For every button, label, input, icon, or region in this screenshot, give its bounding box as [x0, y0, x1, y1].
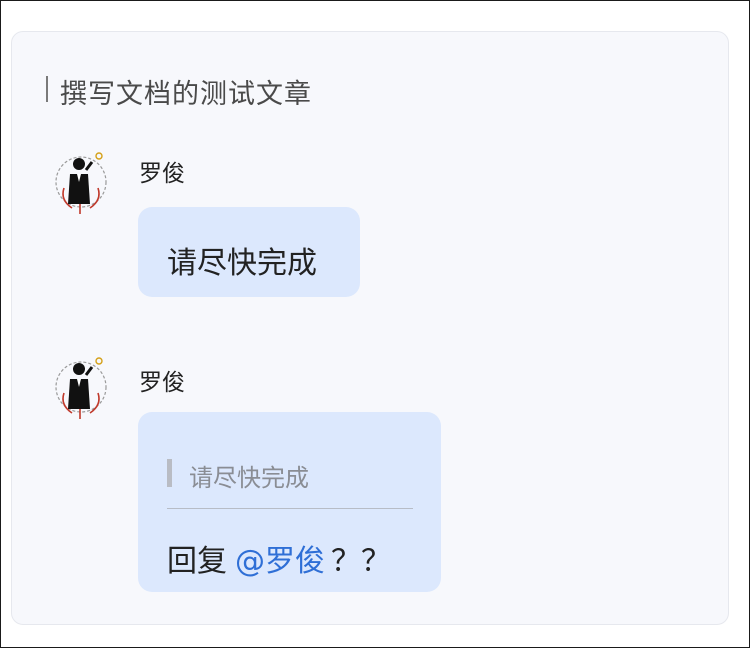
reply-suffix: ？？ [331, 544, 391, 579]
quote-accent-bar [167, 459, 172, 487]
sender-avatar-icon[interactable] [52, 353, 110, 419]
reply-prefix: 回复 [167, 544, 227, 579]
title-accent-bar [46, 76, 48, 102]
mention-link[interactable]: @罗俊 [235, 544, 325, 579]
sender-avatar-icon[interactable] [52, 148, 110, 214]
document-title[interactable]: 撰写文档的测试文章 [60, 72, 312, 111]
message-text: 请尽快完成 [167, 246, 317, 281]
sender-name[interactable]: 罗俊 [139, 154, 185, 188]
quote-divider [167, 508, 413, 509]
sender-name[interactable]: 罗俊 [139, 363, 185, 397]
reply-text: 回复 @罗俊？？ [167, 536, 391, 580]
quoted-message[interactable]: 请尽快完成 [189, 458, 309, 493]
